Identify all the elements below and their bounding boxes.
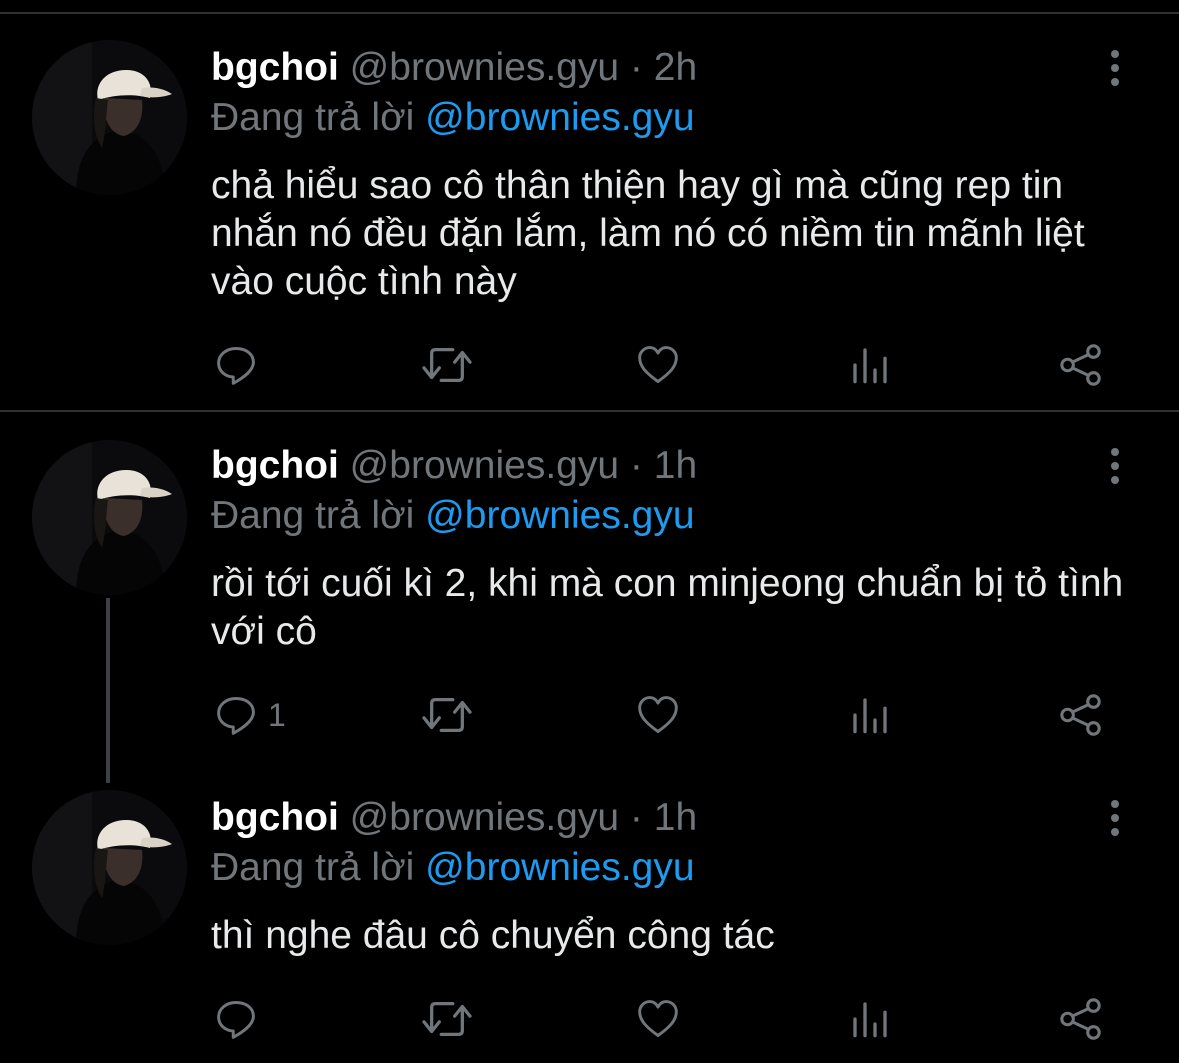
reply-icon [214,693,258,737]
share-icon [1058,996,1104,1042]
retweet-icon [420,996,474,1042]
replying-to-label: Đang trả lời [211,846,415,889]
share-button[interactable] [1058,690,1104,740]
replying-to: Đang trả lời @brownies.gyu [211,494,695,538]
analytics-button[interactable] [850,690,890,740]
replying-to-handle[interactable]: @brownies.gyu [425,96,694,139]
analytics-button[interactable] [850,994,890,1044]
separator: · [629,444,643,487]
timestamp[interactable]: 1h [654,444,697,487]
share-button[interactable] [1058,340,1104,390]
display-name[interactable]: bgchoi [211,796,339,839]
more-options-icon[interactable] [1100,46,1130,90]
like-button[interactable] [636,690,680,740]
tweet-text: chả hiểu sao cô thân thiện hay gì mà cũn… [211,164,1085,303]
user-handle[interactable]: @brownies.gyu [350,796,619,839]
replying-to-label: Đang trả lời [211,494,415,537]
retweet-icon [420,692,474,738]
retweet-button[interactable] [420,690,474,740]
more-options-icon[interactable] [1100,444,1130,488]
reply-icon [214,997,258,1041]
avatar[interactable] [32,440,187,595]
tweet-actions: 1 [0,690,1179,740]
display-name[interactable]: bgchoi [211,46,339,89]
like-button[interactable] [636,340,680,390]
like-icon [636,693,680,737]
separator: · [629,796,643,839]
display-name[interactable]: bgchoi [211,444,339,487]
avatar[interactable] [32,790,187,945]
like-icon [636,343,680,387]
like-button[interactable] [636,994,680,1044]
like-icon [636,997,680,1041]
tweet-divider [0,410,1179,412]
reply-button[interactable] [214,994,258,1044]
reply-count: 1 [268,696,286,733]
tweet-text: thì nghe đâu cô chuyển công tác [211,914,775,957]
replying-to: Đang trả lời @brownies.gyu [211,96,695,140]
retweet-icon [420,342,474,388]
analytics-icon [850,345,890,385]
tweet-header: bgchoi @brownies.gyu · 2h [211,46,697,90]
share-icon [1058,342,1104,388]
retweet-button[interactable] [420,340,474,390]
top-divider [0,12,1179,14]
reply-icon [214,343,258,387]
analytics-icon [850,999,890,1039]
share-icon [1058,692,1104,738]
avatar[interactable] [32,40,187,195]
replying-to-label: Đang trả lời [211,96,415,139]
reply-button[interactable]: 1 [214,690,286,740]
user-handle[interactable]: @brownies.gyu [350,444,619,487]
reply-button[interactable] [214,340,258,390]
tweet-text: rồi tới cuối kì 2, khi mà con minjeong c… [211,562,1124,653]
retweet-button[interactable] [420,994,474,1044]
tweet-actions [0,340,1179,390]
replying-to: Đang trả lời @brownies.gyu [211,846,695,890]
tweet-actions [0,994,1179,1044]
user-handle[interactable]: @brownies.gyu [350,46,619,89]
tweet-header: bgchoi @brownies.gyu · 1h [211,444,697,488]
replying-to-handle[interactable]: @brownies.gyu [425,494,694,537]
more-options-icon[interactable] [1100,796,1130,840]
analytics-button[interactable] [850,340,890,390]
separator: · [629,46,643,89]
analytics-icon [850,695,890,735]
replying-to-handle[interactable]: @brownies.gyu [425,846,694,889]
tweet-header: bgchoi @brownies.gyu · 1h [211,796,697,840]
timestamp[interactable]: 2h [654,46,697,89]
share-button[interactable] [1058,994,1104,1044]
timestamp[interactable]: 1h [654,796,697,839]
